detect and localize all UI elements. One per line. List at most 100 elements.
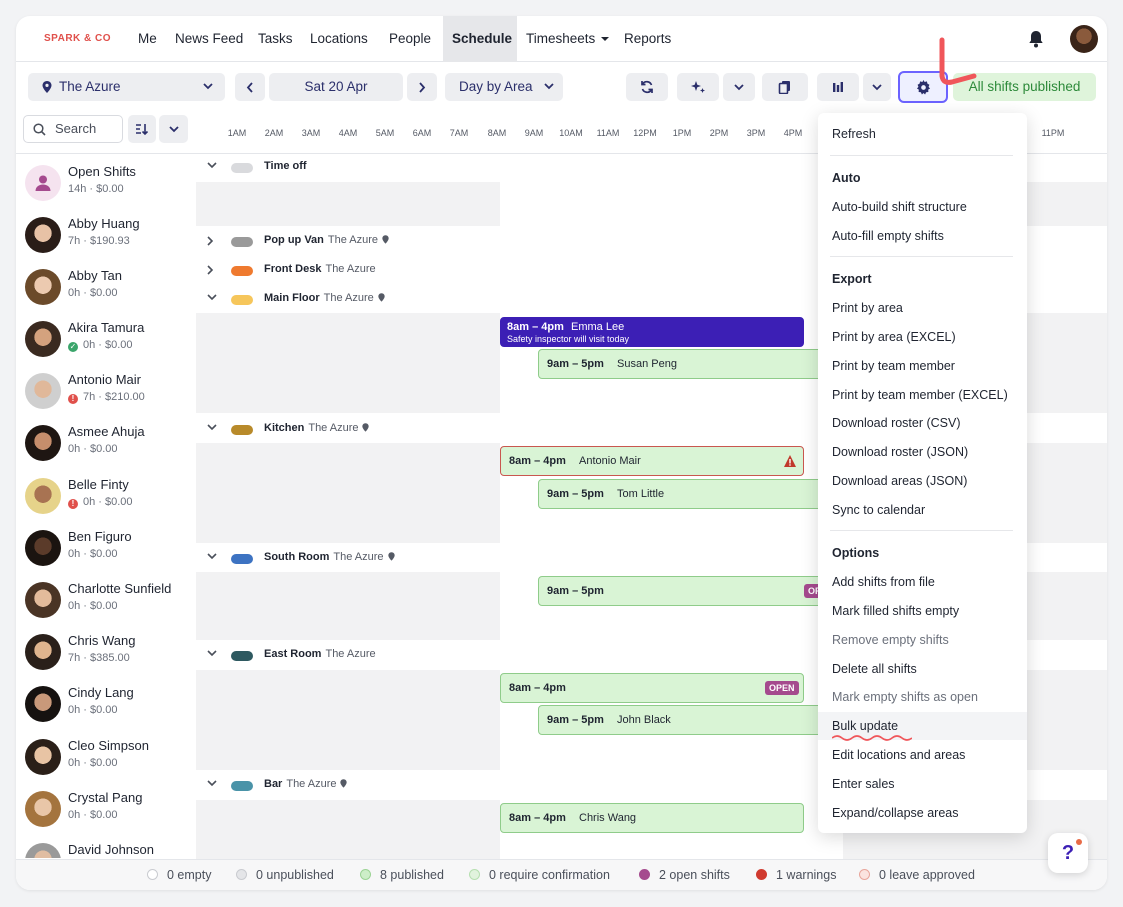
nav-item-news-feed[interactable]: News Feed: [166, 16, 252, 62]
chevron-down-icon: [872, 83, 882, 90]
menu-item-print-by-team-member[interactable]: Print by team member: [832, 359, 955, 373]
help-button[interactable]: ?: [1048, 833, 1088, 873]
person-row[interactable]: Chris Wang 7h · $385.00: [16, 627, 196, 679]
stats-options-dropdown[interactable]: [863, 73, 891, 101]
person-name: Asmee Ahuja: [68, 424, 145, 439]
person-row[interactable]: Open Shifts 14h · $0.00: [16, 158, 196, 210]
avatar: [25, 373, 61, 409]
person-row[interactable]: Ben Figuro 0h · $0.00: [16, 523, 196, 575]
person-row[interactable]: Charlotte Sunfield 0h · $0.00: [16, 575, 196, 627]
person-row[interactable]: Crystal Pang 0h · $0.00: [16, 784, 196, 836]
menu-item-mark-filled-empty[interactable]: Mark filled shifts empty: [832, 604, 959, 618]
menu-item-remove-empty-shifts[interactable]: Remove empty shifts: [832, 633, 949, 647]
shift-card[interactable]: 8am – 4pm Chris Wang: [500, 803, 804, 833]
person-row[interactable]: Belle Finty ! 0h · $0.00: [16, 471, 196, 523]
menu-item-edit-locations-areas[interactable]: Edit locations and areas: [832, 748, 965, 762]
menu-item-download-roster-json[interactable]: Download roster (JSON): [832, 445, 968, 459]
shift-card[interactable]: 9am – 5pm Tom Little: [538, 479, 828, 509]
shift-card[interactable]: 8am – 4pm OPEN: [500, 673, 804, 703]
nav-item-tasks[interactable]: Tasks: [249, 16, 302, 62]
location-select[interactable]: The Azure: [28, 73, 225, 101]
nav-item-timesheets[interactable]: Timesheets: [517, 16, 618, 62]
hour-label: 5AM: [375, 128, 395, 138]
menu-item-print-by-area-excel[interactable]: Print by area (EXCEL): [832, 330, 956, 344]
nav-item-locations[interactable]: Locations: [301, 16, 377, 62]
area-color-swatch: [231, 651, 253, 661]
menu-item-download-roster-csv[interactable]: Download roster (CSV): [832, 416, 961, 430]
menu-item-delete-all-shifts[interactable]: Delete all shifts: [832, 662, 917, 676]
menu-heading-options: Options: [832, 546, 880, 560]
area-location: The Azure: [333, 551, 384, 563]
area-title-text: East Room: [264, 648, 322, 660]
area-header-south-room[interactable]: South Room The Azure: [204, 545, 824, 571]
warning-triangle-icon[interactable]: [783, 454, 797, 468]
menu-item-bulk-update[interactable]: Bulk update: [832, 719, 898, 733]
shift-card[interactable]: 9am – 5pm John Black: [538, 705, 828, 735]
menu-item-add-shifts-from-file[interactable]: Add shifts from file: [832, 575, 935, 589]
sort-options-dropdown[interactable]: [159, 115, 188, 143]
area-header-front-desk[interactable]: Front Desk The Azure: [204, 257, 824, 283]
auto-options-dropdown[interactable]: [723, 73, 755, 101]
nav-item-me[interactable]: Me: [129, 16, 166, 62]
shift-time: 9am – 5pm: [547, 585, 604, 597]
sort-button[interactable]: [128, 115, 156, 143]
menu-item-download-areas-json[interactable]: Download areas (JSON): [832, 474, 967, 488]
menu-item-print-by-area[interactable]: Print by area: [832, 301, 903, 315]
area-header-time-off[interactable]: Time off: [204, 154, 824, 180]
date-display[interactable]: Sat 20 Apr: [269, 73, 403, 101]
menu-item-auto-build[interactable]: Auto-build shift structure: [832, 200, 967, 214]
user-avatar[interactable]: [1070, 25, 1098, 53]
menu-item-auto-fill[interactable]: Auto-fill empty shifts: [832, 229, 944, 243]
shift-card[interactable]: 8am – 4pm Antonio Mair: [500, 446, 804, 476]
chevron-down-icon: [203, 83, 213, 90]
hour-label: 2PM: [709, 128, 729, 138]
shift-card[interactable]: 9am – 5pm Susan Peng: [538, 349, 828, 379]
menu-item-sync-calendar[interactable]: Sync to calendar: [832, 503, 925, 517]
person-row[interactable]: Asmee Ahuja 0h · $0.00: [16, 418, 196, 470]
person-row[interactable]: Cindy Lang 0h · $0.00: [16, 679, 196, 731]
person-meta: 0h · $0.00: [68, 809, 118, 821]
area-header-east-room[interactable]: East Room The Azure: [204, 642, 824, 668]
refresh-button[interactable]: [626, 73, 668, 101]
stats-button[interactable]: [817, 73, 859, 101]
person-row[interactable]: Antonio Mair ! 7h · $210.00: [16, 366, 196, 418]
prev-day-button[interactable]: [235, 73, 265, 101]
brand-logo[interactable]: SPARK & CO: [44, 33, 111, 44]
shift-assignee: Chris Wang: [579, 812, 637, 824]
nav-item-people[interactable]: People: [380, 16, 440, 62]
bell-icon[interactable]: [1026, 29, 1046, 49]
person-row[interactable]: Akira Tamura ✓ 0h · $0.00: [16, 314, 196, 366]
area-location: The Azure: [308, 422, 359, 434]
menu-item-enter-sales[interactable]: Enter sales: [832, 777, 895, 791]
person-row[interactable]: David Johnson: [16, 836, 196, 858]
search-input[interactable]: Search: [23, 115, 123, 143]
legend-dot: [756, 869, 767, 880]
nav-item-schedule[interactable]: Schedule: [443, 16, 517, 62]
area-color-swatch: [231, 237, 253, 247]
view-select[interactable]: Day by Area: [445, 73, 563, 101]
next-day-button[interactable]: [407, 73, 437, 101]
copy-button[interactable]: [762, 73, 808, 101]
menu-item-expand-collapse-areas[interactable]: Expand/collapse areas: [832, 806, 958, 820]
nav-item-reports[interactable]: Reports: [615, 16, 680, 62]
area-title: East Room The Azure: [264, 648, 376, 660]
chevron-down-icon: [734, 83, 744, 90]
menu-item-mark-empty-open[interactable]: Mark empty shifts as open: [832, 690, 978, 704]
shift-card[interactable]: 9am – 5pm OP: [538, 576, 828, 606]
shift-card[interactable]: 8am – 4pm Emma Lee Safety inspector will…: [500, 317, 804, 347]
area-title-text: Front Desk: [264, 263, 322, 275]
auto-schedule-button[interactable]: [677, 73, 719, 101]
area-header-kitchen[interactable]: Kitchen The Azure: [204, 416, 824, 442]
area-header-bar[interactable]: Bar The Azure: [204, 772, 824, 798]
legend-label: 1 warnings: [776, 868, 837, 882]
person-name: Akira Tamura: [68, 320, 145, 335]
area-header-pop-up-van[interactable]: Pop up Van The Azure: [204, 228, 824, 254]
menu-item-refresh[interactable]: Refresh: [832, 127, 876, 141]
person-row[interactable]: Cleo Simpson 0h · $0.00: [16, 732, 196, 784]
person-name: Antonio Mair: [68, 372, 141, 387]
person-row[interactable]: Abby Huang 7h · $190.93: [16, 210, 196, 262]
person-row[interactable]: Abby Tan 0h · $0.00: [16, 262, 196, 314]
area-header-main-floor[interactable]: Main Floor The Azure: [204, 286, 824, 312]
avatar: [25, 478, 61, 514]
menu-item-print-by-team-member-excel[interactable]: Print by team member (EXCEL): [832, 388, 1008, 402]
